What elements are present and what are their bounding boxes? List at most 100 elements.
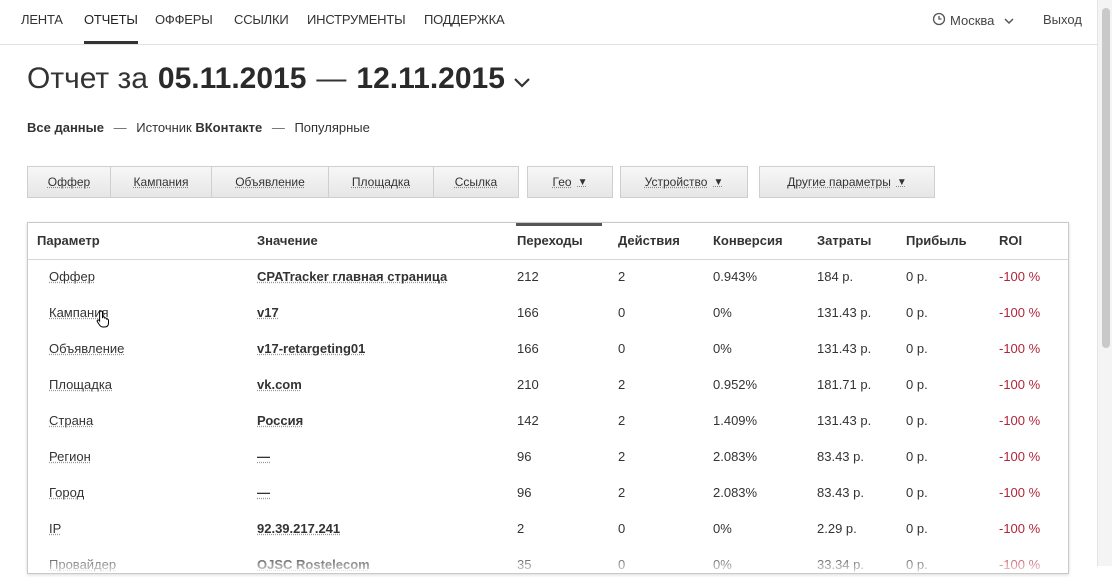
column-header-costs[interactable]: Затраты — [817, 233, 871, 248]
nav-item-feed[interactable]: ЛЕНТА — [21, 12, 63, 27]
cell-clicks: 142 — [517, 413, 539, 428]
cell-roi: -100 % — [999, 449, 1041, 464]
chevron-down-icon: ▼ — [577, 176, 588, 188]
filter-link-button[interactable]: Ссылка — [433, 166, 519, 198]
filter-link-label: Ссылка — [454, 175, 498, 189]
cell-value[interactable]: CPATracker главная страница — [257, 269, 447, 284]
cell-costs: 131.43 р. — [817, 341, 872, 356]
date-from: 05.11.2015 — [157, 62, 307, 95]
cell-parameter[interactable]: Площадка — [49, 377, 112, 392]
filter-device-dropdown[interactable]: Устройство ▼ — [620, 166, 748, 198]
cell-costs: 131.43 р. — [817, 413, 872, 428]
sort-indicator — [516, 223, 602, 226]
active-tab-indicator — [84, 41, 138, 44]
breadcrumb-popular[interactable]: Популярные — [294, 120, 369, 135]
filter-platform-button[interactable]: Площадка — [328, 166, 434, 198]
cell-actions: 2 — [618, 269, 626, 284]
filter-other-params-dropdown[interactable]: Другие параметры ▼ — [759, 166, 935, 198]
filter-ad-label: Объявление — [235, 175, 305, 189]
chevron-down-icon: ▼ — [713, 176, 724, 188]
filter-offer-button[interactable]: Оффер — [27, 166, 111, 198]
table-row: Площадка vk.com 210 2 0.952% 181.71 р. 0 р. -10… — [28, 367, 1068, 403]
cell-parameter[interactable]: Город — [49, 485, 84, 500]
clock-icon — [932, 12, 946, 29]
table-row: Объявление v17-retargeting01 166 0 0% 131.43 … — [28, 331, 1068, 367]
filter-device-label: Устройство — [644, 175, 708, 189]
cell-value[interactable]: vk.com — [257, 377, 302, 392]
scrollbar[interactable] — [1097, 0, 1112, 566]
cell-clicks: 212 — [517, 269, 539, 284]
nav-item-offers[interactable]: ОФФЕРЫ — [155, 12, 213, 27]
cell-parameter[interactable]: Страна — [49, 413, 93, 428]
column-header-clicks[interactable]: Переходы — [517, 233, 583, 248]
column-header-conversion[interactable]: Конверсия — [713, 233, 783, 248]
filter-other-params-label: Другие параметры — [787, 175, 891, 189]
cell-value[interactable]: v17-retargeting01 — [257, 341, 365, 356]
chevron-down-icon — [1004, 13, 1014, 28]
cell-actions: 2 — [618, 449, 626, 464]
breadcrumb: Все данные — Источник ВКонтакте — Популя… — [27, 120, 370, 135]
cell-profit: 0 р. — [906, 521, 928, 536]
logout-link[interactable]: Выход — [1043, 12, 1082, 27]
table-row: Страна Россия 142 2 1.409% 131.43 р. 0 р. -100 … — [28, 403, 1068, 439]
chevron-down-icon[interactable] — [513, 62, 531, 96]
page-title[interactable]: Отчет за 05.11.2015 — 12.11.2015 — [27, 62, 531, 96]
cell-costs: 83.43 р. — [817, 485, 864, 500]
cell-costs: 184 р. — [817, 269, 854, 284]
scrollbar-thumb[interactable] — [1102, 8, 1110, 348]
cell-parameter[interactable]: IP — [49, 521, 61, 536]
nav-item-reports[interactable]: ОТЧЕТЫ — [84, 12, 138, 27]
filter-campaign-button[interactable]: Кампания — [110, 166, 212, 198]
cell-roi: -100 % — [999, 269, 1041, 284]
filter-platform-label: Площадка — [351, 175, 411, 189]
cell-value[interactable]: Россия — [257, 413, 303, 428]
cell-parameter[interactable]: Объявление — [49, 341, 124, 356]
cell-clicks: 2 — [517, 521, 525, 536]
cell-conversion: 0% — [713, 521, 732, 536]
cell-actions: 2 — [618, 413, 626, 428]
filter-ad-button[interactable]: Объявление — [211, 166, 329, 198]
column-header-parameter[interactable]: Параметр — [37, 233, 100, 248]
cell-profit: 0 р. — [906, 305, 928, 320]
column-header-value[interactable]: Значение — [257, 233, 318, 248]
filter-campaign-label: Кампания — [133, 175, 189, 189]
cell-costs: 131.43 р. — [817, 305, 872, 320]
breadcrumb-separator: — — [113, 120, 127, 135]
date-separator: — — [316, 62, 347, 95]
cell-roi: -100 % — [999, 413, 1041, 428]
cell-profit: 0 р. — [906, 377, 928, 392]
cell-profit: 0 р. — [906, 485, 928, 500]
nav-item-support[interactable]: ПОДДЕРЖКА — [424, 12, 505, 27]
filter-geo-dropdown[interactable]: Гео ▼ — [527, 166, 613, 198]
cell-parameter[interactable]: Оффер — [49, 269, 95, 284]
cell-clicks: 96 — [517, 485, 532, 500]
breadcrumb-all-data[interactable]: Все данные — [27, 120, 104, 135]
nav-item-tools[interactable]: ИНСТРУМЕНТЫ — [307, 12, 406, 27]
cell-actions: 2 — [618, 485, 626, 500]
table-header: Параметр Значение Переходы Действия Конв… — [28, 223, 1068, 260]
breadcrumb-source-value[interactable]: ВКонтакте — [195, 120, 262, 135]
cell-conversion: 0.943% — [713, 269, 758, 284]
cell-roi: -100 % — [999, 521, 1041, 536]
cell-profit: 0 р. — [906, 341, 928, 356]
cell-parameter[interactable]: Регион — [49, 449, 91, 464]
breadcrumb-source-label[interactable]: Источник — [136, 120, 192, 135]
cell-actions: 0 — [618, 341, 626, 356]
filter-geo-label: Гео — [552, 175, 572, 189]
column-header-roi[interactable]: ROI — [999, 233, 1022, 248]
table-row: Кампания v17 166 0 0% 131.43 р. 0 р. -100 % — [28, 295, 1068, 331]
cell-value[interactable]: v17 — [257, 305, 279, 320]
cell-roi: -100 % — [999, 485, 1041, 500]
cell-clicks: 166 — [517, 305, 539, 320]
cell-value[interactable]: 92.39.217.241 — [257, 521, 340, 536]
column-header-actions[interactable]: Действия — [618, 233, 680, 248]
cell-value[interactable]: — — [257, 485, 270, 500]
report-table: Параметр Значение Переходы Действия Конв… — [27, 222, 1069, 574]
column-header-profit[interactable]: Прибыль — [906, 233, 967, 248]
city-selector[interactable]: Москва — [932, 12, 1014, 29]
cell-roi: -100 % — [999, 377, 1041, 392]
cell-actions: 0 — [618, 521, 626, 536]
cell-profit: 0 р. — [906, 269, 928, 284]
cell-value[interactable]: — — [257, 449, 270, 464]
nav-item-links[interactable]: ССЫЛКИ — [234, 12, 289, 27]
